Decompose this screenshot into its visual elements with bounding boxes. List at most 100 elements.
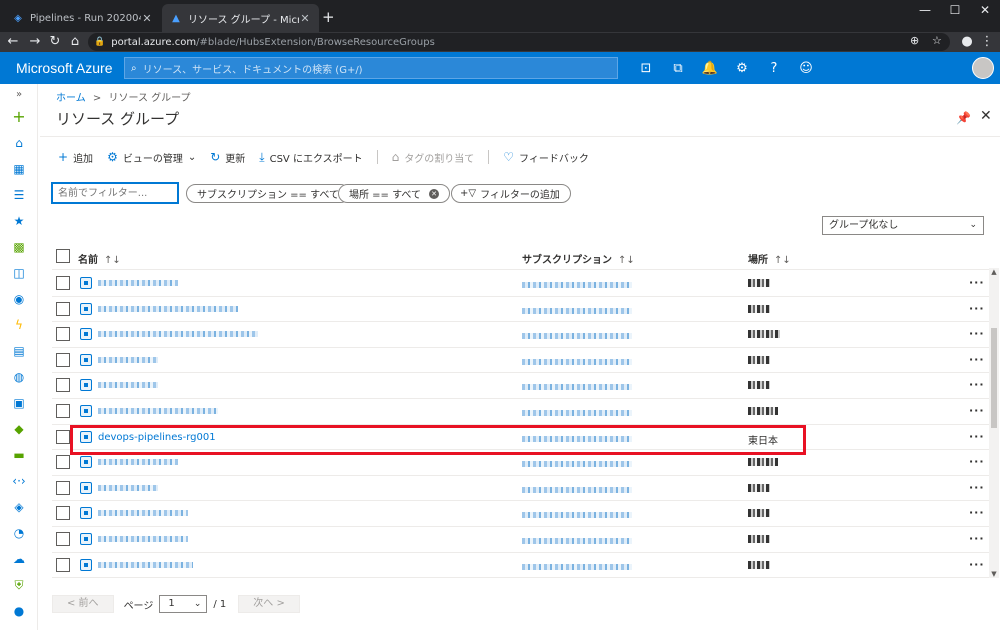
subscription-link[interactable]: [522, 435, 632, 442]
feedback-button[interactable]: ♡ フィードバック: [503, 150, 589, 165]
clear-filter-icon[interactable]: ✕: [429, 188, 440, 199]
forward-icon[interactable]: →: [26, 34, 44, 50]
prev-page-button[interactable]: < 前へ: [52, 595, 114, 613]
scrollbar-thumb[interactable]: [991, 328, 997, 428]
close-window-icon[interactable]: ✕: [970, 3, 1000, 17]
location-filter-pill[interactable]: 場所 == すべて ✕: [338, 184, 451, 203]
home-nav-icon[interactable]: ⌂: [9, 134, 29, 152]
subscription-link[interactable]: [522, 410, 632, 416]
new-tab-icon[interactable]: +: [322, 8, 335, 26]
resource-group-name-link[interactable]: [98, 510, 188, 517]
table-row[interactable]: ···: [52, 553, 990, 579]
profile-icon[interactable]: ●: [958, 34, 976, 50]
function-app-icon[interactable]: ϟ: [9, 316, 29, 334]
refresh-button[interactable]: ↻ 更新: [210, 150, 245, 165]
grouping-dropdown[interactable]: グループ化なし ⌄: [822, 216, 984, 235]
app-services-icon[interactable]: ◉: [9, 290, 29, 308]
avatar[interactable]: [972, 57, 994, 79]
subscription-link[interactable]: [522, 282, 632, 288]
table-row[interactable]: ···: [52, 348, 990, 374]
browser-tab-pipelines[interactable]: ◈ Pipelines - Run 20200407.3 logs ✕: [4, 4, 161, 32]
directory-filter-icon[interactable]: ⧉: [668, 59, 688, 79]
more-actions-icon[interactable]: ···: [969, 506, 985, 519]
virtual-networks-icon[interactable]: ‹·›: [9, 472, 29, 490]
portal-brand[interactable]: Microsoft Azure: [16, 60, 112, 76]
table-row[interactable]: ···: [52, 373, 990, 399]
sort-icon[interactable]: ↑↓: [618, 255, 635, 266]
row-checkbox[interactable]: [56, 301, 70, 316]
more-actions-icon[interactable]: ···: [969, 276, 985, 289]
row-checkbox[interactable]: [56, 480, 70, 495]
maximize-icon[interactable]: ☐: [940, 3, 970, 17]
security-center-icon[interactable]: ⛨: [9, 576, 29, 594]
subscription-filter-pill[interactable]: サブスクリプション == すべて: [186, 184, 351, 203]
row-checkbox[interactable]: [56, 532, 70, 546]
close-tab-icon[interactable]: ✕: [141, 12, 153, 25]
close-blade-icon[interactable]: ✕: [980, 108, 992, 124]
cloud-shell-icon[interactable]: ⊡: [636, 59, 656, 79]
table-row[interactable]: ···: [52, 476, 990, 502]
sort-icon[interactable]: ↑↓: [774, 255, 791, 266]
more-actions-icon[interactable]: ···: [969, 481, 985, 494]
manage-view-button[interactable]: ⚙ ビューの管理 ⌄: [107, 150, 196, 165]
resource-group-name-link[interactable]: [98, 536, 188, 542]
more-actions-icon[interactable]: ···: [969, 378, 985, 391]
row-checkbox[interactable]: [56, 404, 70, 418]
table-row[interactable]: ···: [52, 297, 990, 323]
export-csv-button[interactable]: ⤓ CSV にエクスポート: [259, 150, 362, 165]
home-icon[interactable]: ⌂: [66, 34, 84, 50]
close-tab-icon[interactable]: ✕: [299, 12, 311, 25]
browser-tab-resource-groups[interactable]: ▲ リソース グループ - Microsoft Azure ✕: [162, 4, 319, 32]
browser-menu-icon[interactable]: ⋮: [978, 34, 996, 50]
active-directory-icon[interactable]: ◈: [9, 498, 29, 516]
zoom-icon[interactable]: ⊕: [910, 34, 919, 47]
subscription-link[interactable]: [522, 358, 632, 365]
table-row[interactable]: ···: [52, 501, 990, 527]
minimize-icon[interactable]: —: [910, 3, 940, 17]
name-filter-input[interactable]: [51, 182, 179, 204]
add-filter-button[interactable]: +▽ フィルターの追加: [451, 184, 571, 203]
subscription-link[interactable]: [522, 307, 632, 314]
table-scrollbar[interactable]: ▲ ▼: [989, 268, 999, 578]
all-resources-icon[interactable]: ▩: [9, 238, 29, 256]
table-row[interactable]: ···: [52, 271, 990, 297]
row-checkbox[interactable]: [56, 455, 70, 470]
more-actions-icon[interactable]: ···: [969, 558, 985, 571]
help-icon[interactable]: ?: [764, 59, 784, 79]
all-services-icon[interactable]: ☰: [9, 186, 29, 204]
resource-group-name-link[interactable]: [98, 408, 218, 414]
advisor-icon[interactable]: ☁: [9, 550, 29, 568]
row-checkbox[interactable]: [56, 557, 70, 572]
subscription-link[interactable]: [522, 538, 632, 544]
table-row[interactable]: ···: [52, 450, 990, 476]
more-actions-icon[interactable]: ···: [969, 302, 985, 315]
row-checkbox[interactable]: [56, 327, 70, 342]
table-row[interactable]: ···: [52, 527, 990, 553]
back-icon[interactable]: ←: [4, 34, 22, 50]
select-all-checkbox[interactable]: [56, 249, 70, 263]
next-page-button[interactable]: 次へ >: [238, 595, 300, 613]
row-checkbox[interactable]: [56, 352, 70, 367]
notifications-bell-icon[interactable]: 🔔: [700, 59, 720, 79]
reload-icon[interactable]: ↻: [46, 34, 64, 50]
settings-gear-icon[interactable]: ⚙: [732, 59, 752, 79]
storage-accounts-icon[interactable]: ▬: [9, 446, 29, 464]
subscription-link[interactable]: [522, 333, 632, 340]
resource-groups-icon[interactable]: ◫: [9, 264, 29, 282]
page-select[interactable]: 1 ⌄: [159, 595, 208, 613]
load-balancer-icon[interactable]: ◆: [9, 420, 29, 438]
assign-tags-button[interactable]: ⌂ タグの割り当て: [392, 150, 475, 165]
sort-icon[interactable]: ↑↓: [104, 255, 121, 266]
more-actions-icon[interactable]: ···: [969, 404, 985, 417]
table-row[interactable]: ···: [52, 399, 990, 425]
table-row[interactable]: devops-pipelines-rg001 東日本 ···: [52, 425, 990, 451]
subscription-link[interactable]: [522, 486, 632, 493]
cosmos-db-icon[interactable]: ◍: [9, 368, 29, 386]
create-resource-icon[interactable]: +: [9, 108, 29, 126]
subscription-link[interactable]: [522, 384, 632, 391]
row-checkbox[interactable]: [56, 506, 70, 521]
column-header-name[interactable]: 名前 ↑↓: [78, 251, 121, 266]
resource-group-name-link[interactable]: [98, 331, 258, 338]
row-checkbox[interactable]: [56, 429, 70, 444]
resource-group-name-link[interactable]: [98, 356, 158, 363]
